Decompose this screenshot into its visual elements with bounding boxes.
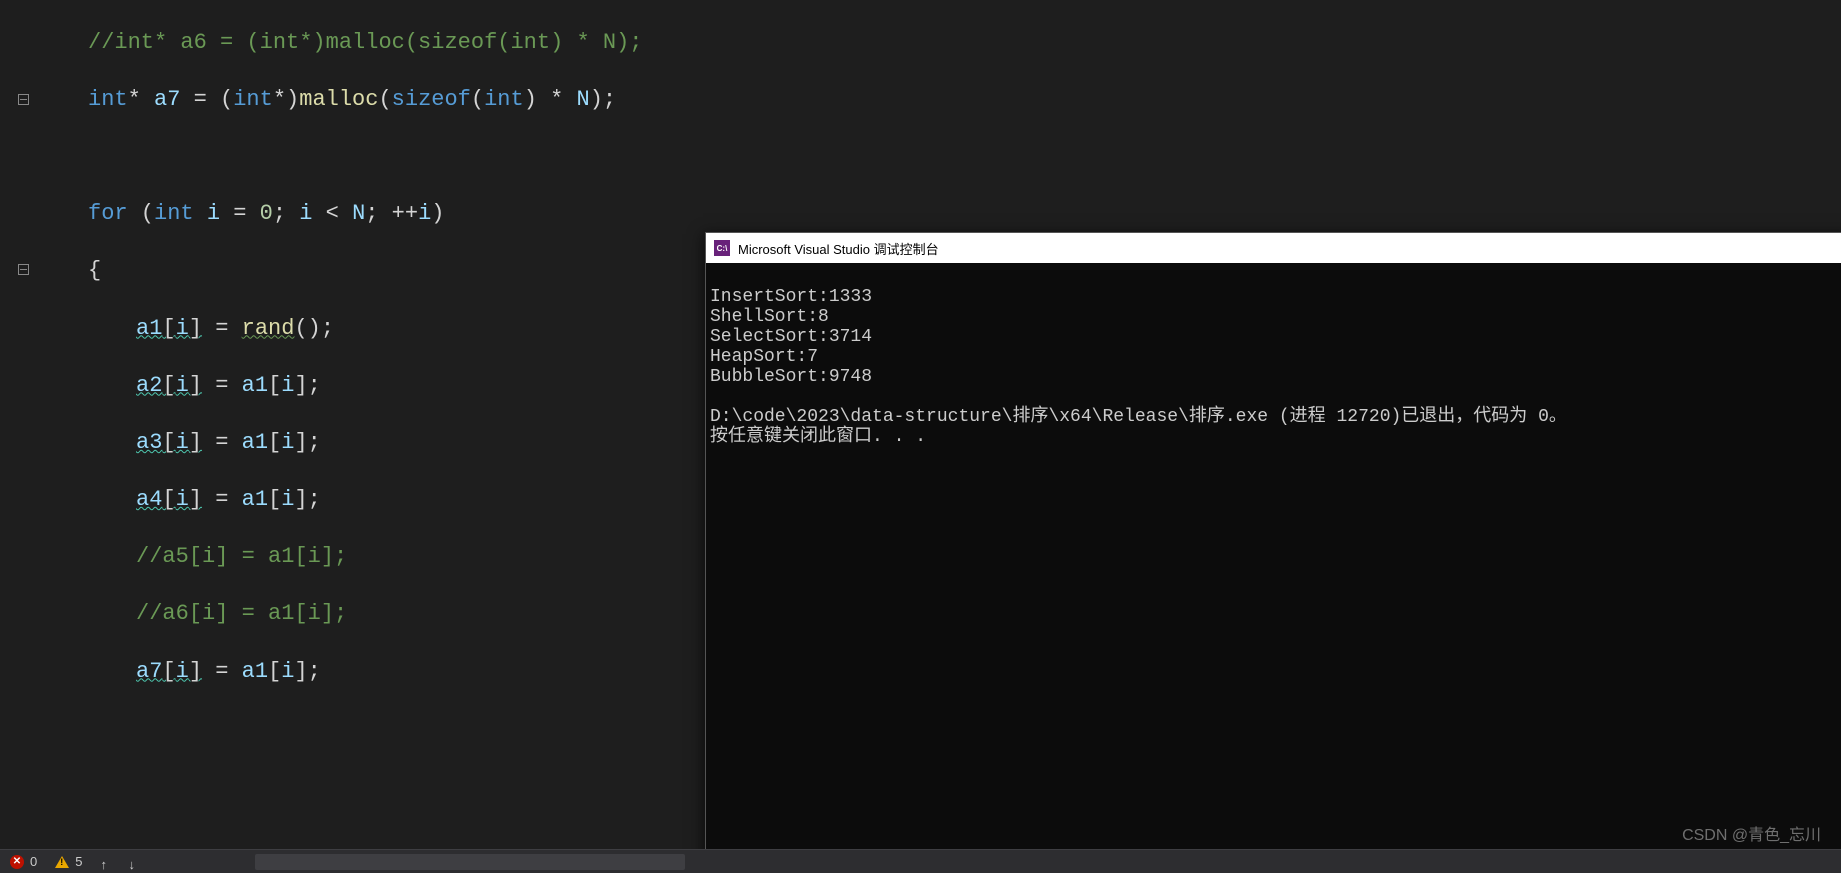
warning-count: 5	[75, 854, 82, 869]
vs-icon: C:\	[714, 240, 730, 256]
watermark: CSDN @青色_忘川	[1682, 821, 1821, 845]
arrow-up-icon	[100, 857, 110, 867]
console-line: SelectSort:3714	[710, 327, 872, 347]
horizontal-scrollbar[interactable]	[255, 854, 685, 870]
nav-down-button[interactable]	[128, 857, 138, 867]
arrow-down-icon	[128, 857, 138, 867]
console-line: ShellSort:8	[710, 307, 829, 327]
nav-up-button[interactable]	[100, 857, 110, 867]
status-bar: ✕ 0 5 ◀	[0, 849, 1841, 873]
console-titlebar[interactable]: C:\ Microsoft Visual Studio 调试控制台	[706, 233, 1841, 263]
console-line: HeapSort:7	[710, 347, 818, 367]
console-line: InsertSort:1333	[710, 287, 872, 307]
code-editor[interactable]: //int* a6 = (int*)malloc(sizeof(int) * N…	[0, 0, 705, 710]
console-line: D:\code\2023\data-structure\排序\x64\Relea…	[710, 407, 1567, 427]
warnings-indicator[interactable]: 5	[55, 854, 82, 869]
console-body: InsertSort:1333 ShellSort:8 SelectSort:3…	[706, 263, 1841, 471]
console-line: BubbleSort:9748	[710, 367, 872, 387]
errors-indicator[interactable]: ✕ 0	[10, 854, 37, 869]
console-line: 按任意键关闭此窗口. . .	[710, 427, 926, 447]
code-comment: //int* a6 = (int*)malloc(sizeof(int) * N…	[88, 30, 643, 55]
warning-icon	[55, 856, 69, 868]
console-title: Microsoft Visual Studio 调试控制台	[738, 239, 939, 258]
error-icon: ✕	[10, 855, 24, 869]
error-count: 0	[30, 854, 37, 869]
debug-console-window[interactable]: C:\ Microsoft Visual Studio 调试控制台 Insert…	[705, 232, 1841, 872]
